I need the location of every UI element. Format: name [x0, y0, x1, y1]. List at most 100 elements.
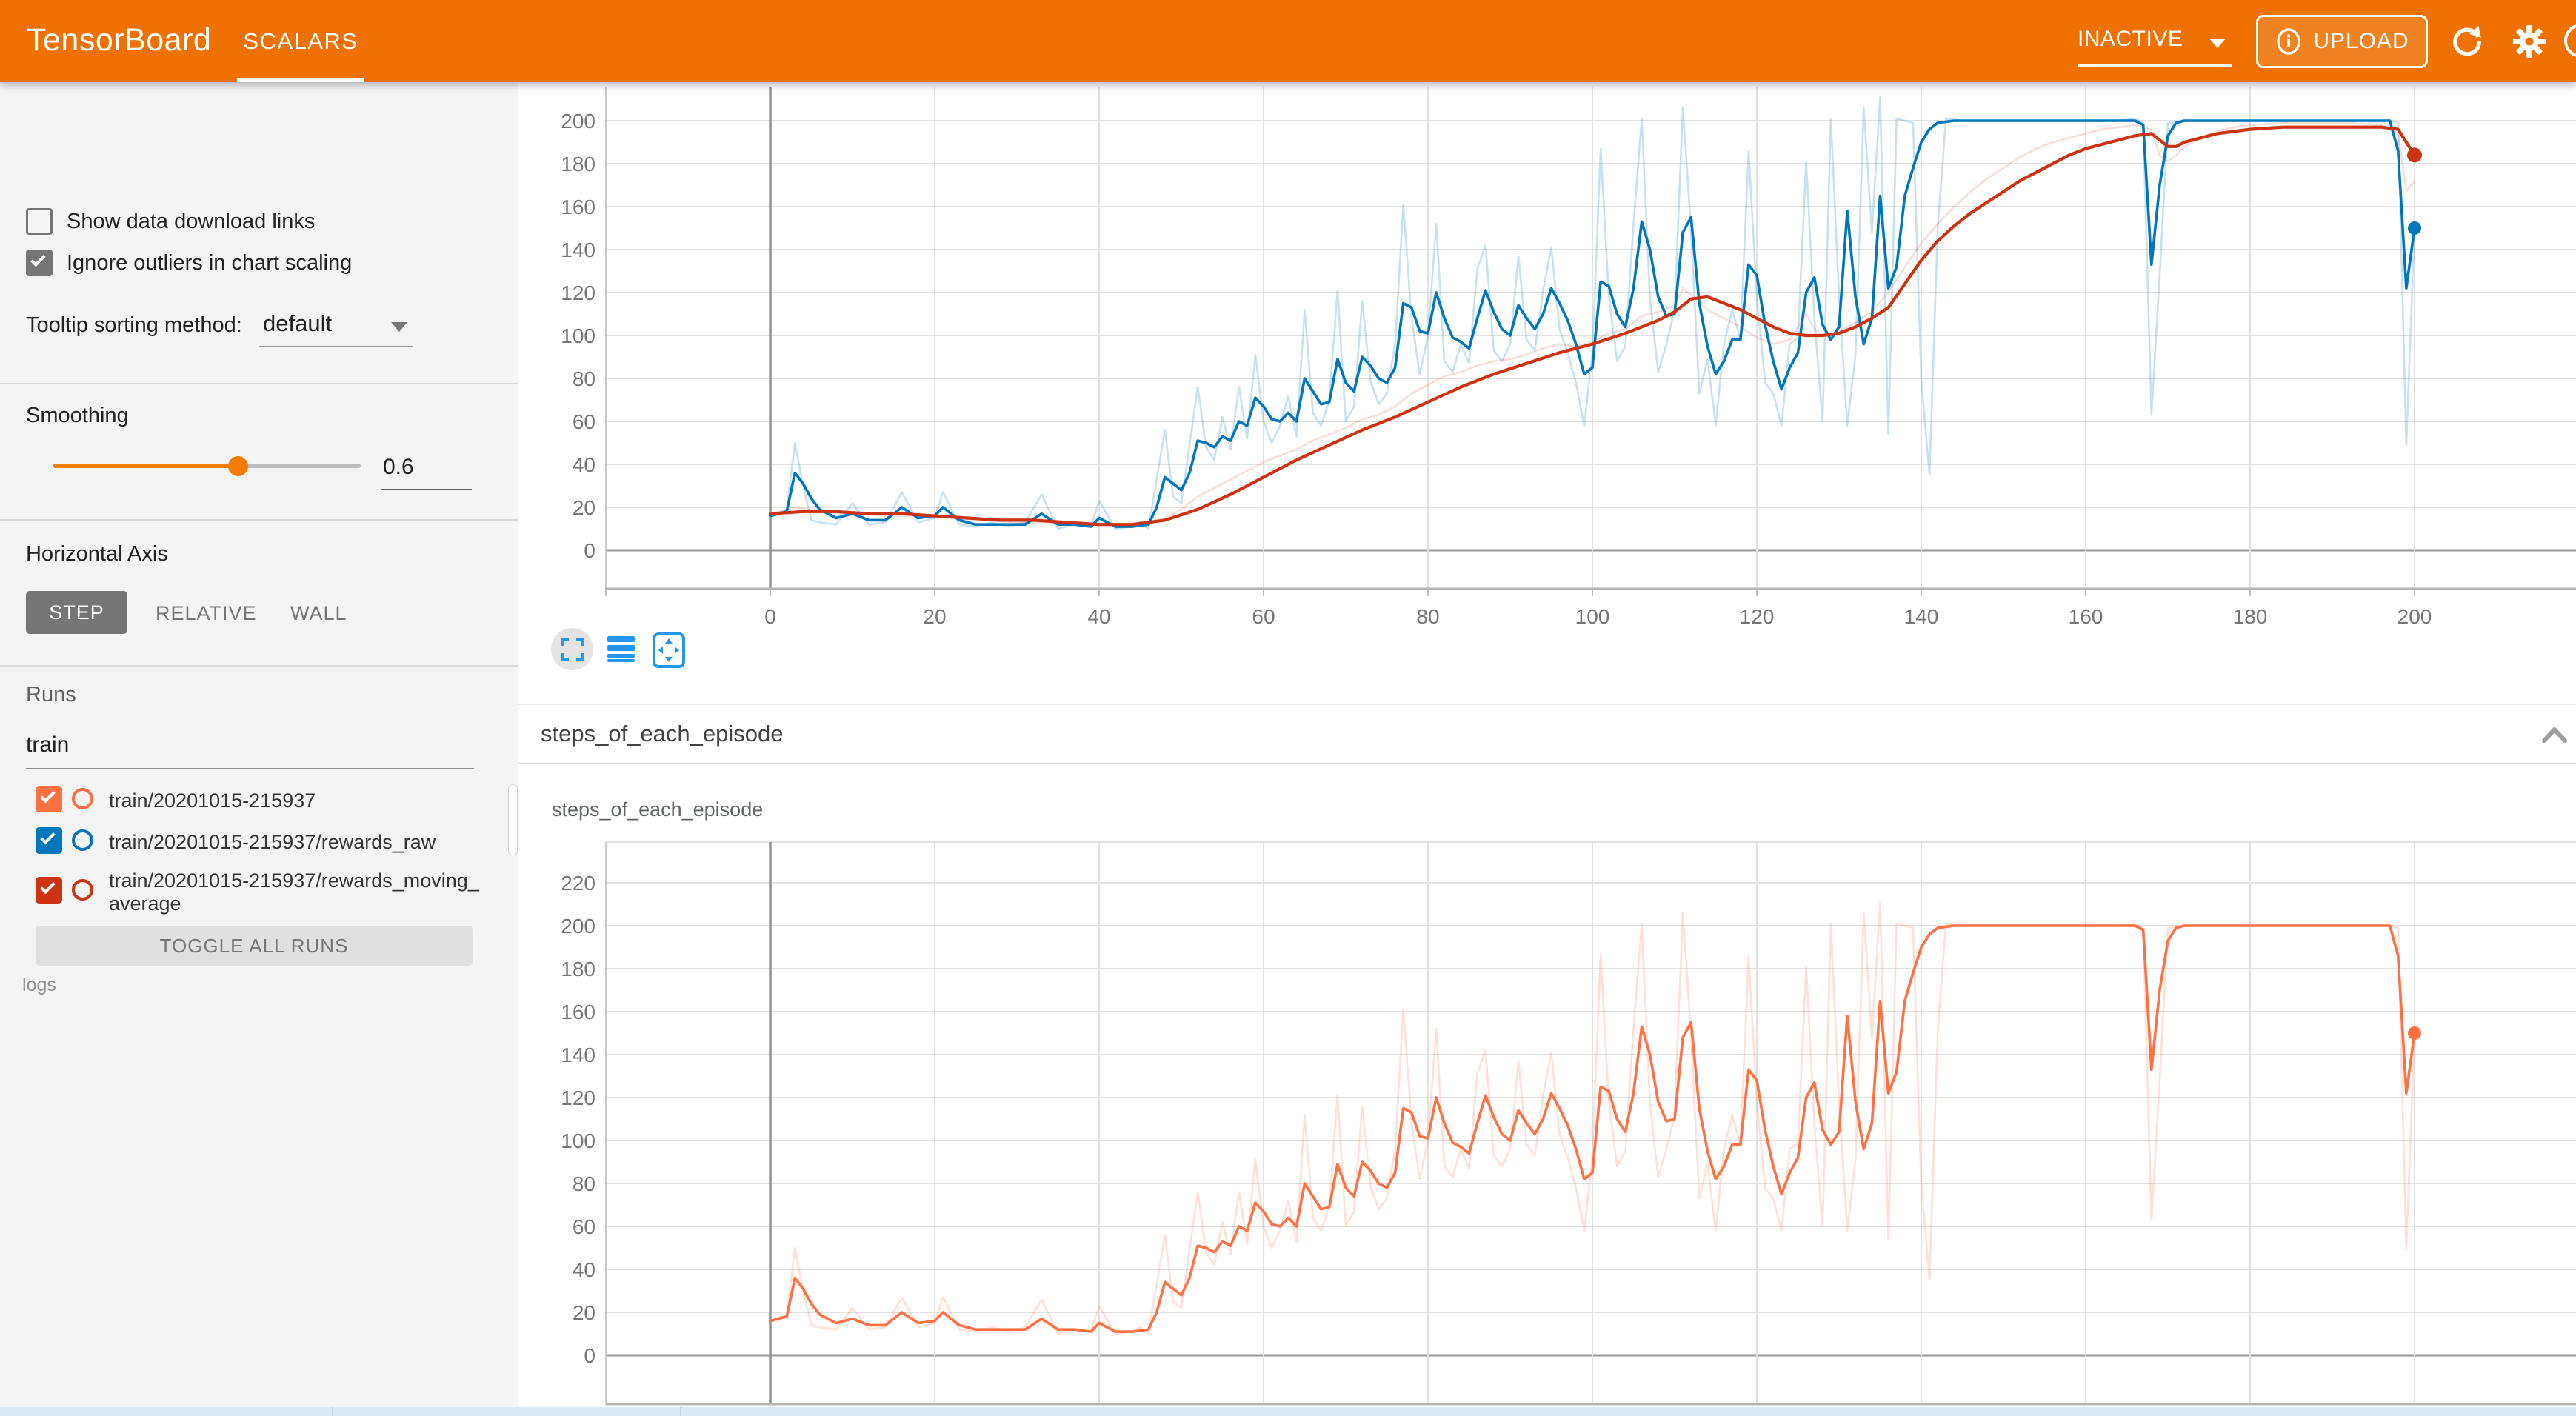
svg-text:60: 60	[573, 410, 595, 433]
axis-option-wall[interactable]: WALL	[290, 602, 347, 625]
run-name: train/20201015-215937/rewards_raw	[109, 831, 483, 854]
svg-text:0: 0	[764, 605, 776, 628]
svg-text:0: 0	[584, 539, 595, 562]
smoothing-slider-fill	[53, 464, 238, 468]
scrollbar-mark	[332, 1407, 333, 1416]
svg-text:60: 60	[1252, 605, 1275, 628]
svg-text:20: 20	[573, 1301, 595, 1324]
axis-option-step[interactable]: STEP	[26, 591, 127, 634]
app-header: TensorBoard SCALARS INACTIVE UPLOAD	[0, 0, 2576, 82]
show-data-download-links-label: Show data download links	[67, 210, 315, 234]
svg-text:200: 200	[2398, 605, 2432, 628]
svg-text:120: 120	[561, 281, 595, 304]
steps-line-chart[interactable]: 0 20 40 60 80 100 120 140 160 180 200 220	[518, 837, 2576, 1416]
svg-text:40: 40	[1087, 605, 1110, 628]
app-title: TensorBoard	[27, 22, 211, 59]
divider	[0, 665, 518, 667]
svg-text:100: 100	[561, 1129, 595, 1152]
smoothing-value-underline	[381, 489, 472, 490]
svg-text:200: 200	[561, 915, 595, 938]
run-checkbox[interactable]	[36, 877, 62, 904]
scrollbar-mark	[680, 1407, 681, 1416]
refresh-icon[interactable]	[2450, 24, 2484, 59]
svg-text:160: 160	[561, 196, 595, 218]
tooltip-sorting-label: Tooltip sorting method:	[26, 313, 242, 338]
svg-text:80: 80	[573, 367, 595, 390]
svg-text:220: 220	[561, 872, 595, 895]
runs-label: Runs	[26, 683, 76, 707]
chart-title: steps_of_each_episode	[552, 798, 763, 821]
collapse-section-icon[interactable]	[2542, 727, 2567, 743]
check-icon	[40, 829, 56, 845]
gear-icon[interactable]	[2512, 24, 2546, 59]
svg-text:40: 40	[573, 1258, 595, 1281]
info-icon	[2275, 27, 2303, 56]
svg-text:140: 140	[561, 238, 595, 261]
sidebar-scrollbar-thumb[interactable]	[508, 784, 518, 855]
svg-text:180: 180	[2233, 605, 2268, 628]
section-title: steps_of_each_episode	[541, 721, 783, 747]
help-icon[interactable]	[2564, 24, 2576, 58]
svg-text:120: 120	[561, 1086, 595, 1109]
chevron-down-icon	[391, 322, 407, 332]
svg-text:100: 100	[561, 324, 595, 347]
upload-button[interactable]: UPLOAD	[2256, 15, 2428, 68]
svg-text:160: 160	[2069, 605, 2103, 628]
ignore-outliers-label: Ignore outliers in chart scaling	[67, 251, 352, 275]
divider	[0, 519, 518, 521]
run-row[interactable]: train/20201015-215937/rewards_moving_ave…	[0, 869, 518, 929]
run-name: train/20201015-215937	[109, 789, 483, 812]
svg-text:80: 80	[1416, 605, 1439, 628]
run-color-swatch	[72, 829, 93, 851]
section-header[interactable]	[518, 704, 2576, 764]
svg-text:20: 20	[923, 605, 946, 628]
divider	[0, 383, 518, 384]
active-tab-indicator	[237, 78, 364, 82]
run-checkbox[interactable]	[36, 827, 62, 854]
horizontal-axis-label: Horizontal Axis	[26, 542, 168, 567]
run-checkbox[interactable]	[36, 786, 62, 812]
data-lines-icon[interactable]	[607, 636, 635, 662]
rewards-line-chart[interactable]: 0204060801001201401601802000204060801001…	[518, 82, 2576, 704]
run-name: train/20201015-215937/rewards_moving_ave…	[109, 869, 483, 915]
check-icon	[30, 252, 46, 267]
smoothing-slider-handle[interactable]	[228, 456, 248, 476]
svg-text:80: 80	[573, 1172, 595, 1195]
expand-chart-icon[interactable]	[561, 638, 584, 661]
tooltip-sorting-underline	[259, 346, 413, 347]
fit-domain-icon[interactable]	[652, 632, 686, 669]
svg-text:40: 40	[573, 453, 595, 476]
ignore-outliers-checkbox[interactable]	[26, 250, 53, 276]
svg-text:180: 180	[561, 958, 595, 981]
svg-text:0: 0	[584, 1344, 595, 1367]
horizontal-scrollbar[interactable]	[0, 1407, 2576, 1416]
runs-filter-underline	[26, 768, 474, 769]
upload-button-label: UPLOAD	[2313, 29, 2409, 54]
status-dropdown-underline	[2078, 64, 2232, 67]
status-dropdown[interactable]: INACTIVE	[2078, 27, 2233, 59]
run-row[interactable]: train/20201015-215937/rewards_raw	[0, 827, 518, 864]
show-data-download-links-checkbox[interactable]	[26, 208, 53, 235]
run-color-swatch	[72, 788, 93, 809]
chevron-down-icon	[2209, 39, 2226, 48]
runs-filter-input[interactable]: train	[26, 732, 69, 758]
smoothing-label: Smoothing	[26, 404, 129, 428]
svg-text:20: 20	[573, 496, 595, 519]
svg-text:160: 160	[561, 1001, 595, 1023]
run-color-swatch	[72, 879, 93, 901]
tab-scalars[interactable]: SCALARS	[236, 0, 366, 82]
svg-text:200: 200	[561, 110, 595, 133]
status-dropdown-value: INACTIVE	[2078, 27, 2183, 51]
svg-text:140: 140	[561, 1043, 595, 1066]
svg-text:60: 60	[573, 1215, 595, 1238]
toggle-all-runs-button[interactable]: TOGGLE ALL RUNS	[36, 926, 473, 966]
smoothing-value-input[interactable]: 0.6	[383, 455, 472, 480]
settings-sidebar: Show data download links Ignore outliers…	[0, 82, 518, 1416]
axis-option-relative[interactable]: RELATIVE	[156, 602, 257, 625]
svg-text:180: 180	[561, 153, 595, 176]
svg-text:120: 120	[1740, 605, 1775, 628]
svg-text:140: 140	[1904, 605, 1939, 628]
run-row[interactable]: train/20201015-215937	[0, 786, 518, 823]
check-icon	[40, 879, 56, 895]
tooltip-sorting-dropdown[interactable]: default	[263, 310, 332, 337]
